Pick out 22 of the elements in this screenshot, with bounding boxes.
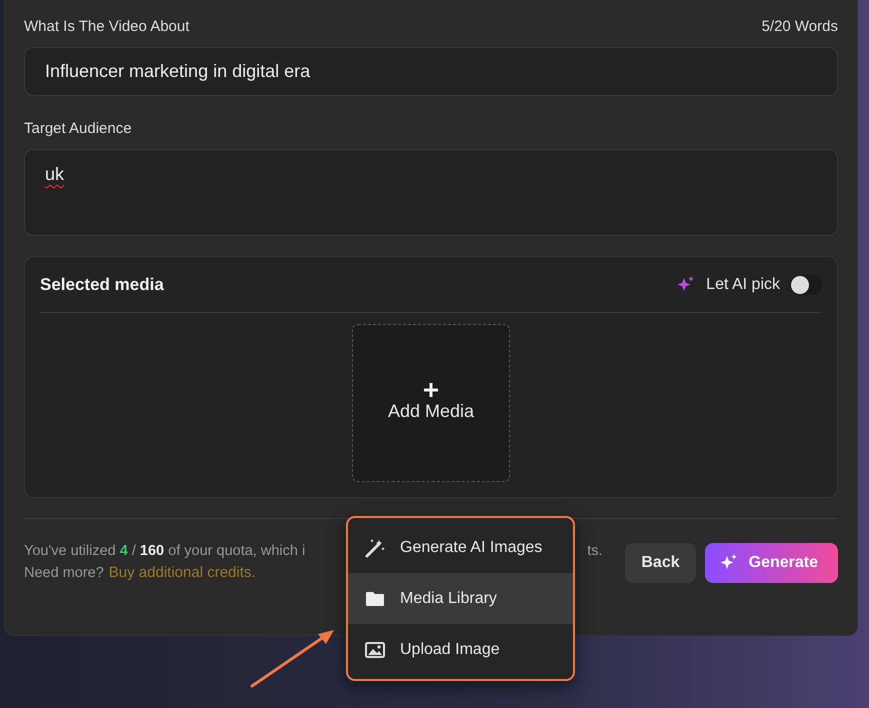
add-media-button[interactable]: Add Media (352, 324, 510, 482)
magic-wand-icon (364, 536, 386, 558)
topic-input[interactable]: Influencer marketing in digital era (24, 47, 838, 96)
audience-input[interactable]: uk (24, 149, 838, 236)
buy-credits-link[interactable]: Buy additional credits. (108, 562, 256, 583)
plus-icon (422, 380, 440, 398)
ai-pick-toggle[interactable] (790, 274, 822, 294)
generate-button[interactable]: Generate (704, 542, 838, 582)
folder-icon (364, 590, 386, 606)
image-icon (364, 642, 386, 658)
quota-text: You've utilized 4 / 160 of your quota, which i (24, 542, 306, 561)
quota-text: ts. (587, 542, 602, 561)
menu-item[interactable]: Media Library (348, 573, 573, 624)
word-counter: 5/20 Words (762, 18, 838, 35)
back-button[interactable]: Back (625, 542, 696, 582)
field-label: What Is The Video About (24, 18, 190, 35)
menu-item[interactable]: Generate AI Images (348, 522, 573, 573)
section-title: Selected media (40, 274, 164, 294)
toggle-label: Let AI pick (706, 276, 780, 294)
field-label: Target Audience (24, 120, 132, 137)
menu-item[interactable]: Upload Image (348, 624, 573, 675)
quota-prompt: Need more? (24, 564, 104, 583)
